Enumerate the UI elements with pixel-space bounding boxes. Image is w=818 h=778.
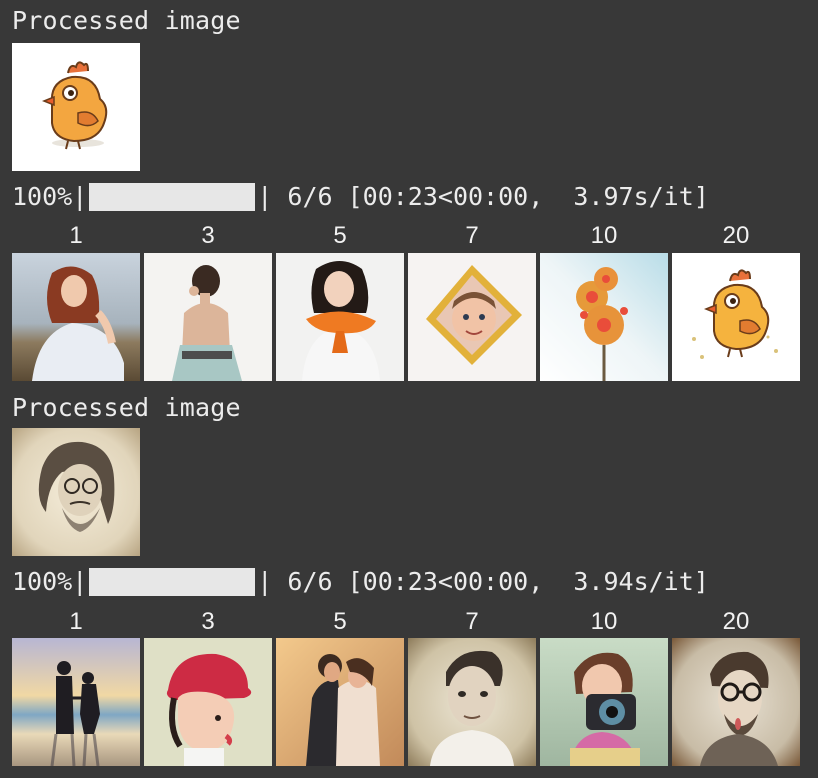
processed-image-chick (12, 43, 140, 171)
result-image-step-5 (276, 638, 404, 766)
step-label: 20 (722, 222, 750, 249)
result-image-step-10 (540, 253, 668, 381)
progress-bar (89, 568, 256, 596)
result-image-step-7 (408, 253, 536, 381)
progress-stats: 6/6 [00:23<00:00, 3.97s/it] (287, 182, 709, 211)
results-row (12, 638, 802, 766)
step-label: 7 (465, 222, 479, 249)
step-label: 20 (722, 608, 750, 635)
step-label: 10 (590, 222, 618, 249)
results-row (12, 253, 802, 381)
step-label: 10 (590, 608, 618, 635)
step-label: 5 (333, 222, 347, 249)
result-image-step-1 (12, 638, 140, 766)
result-image-step-10 (540, 638, 668, 766)
step-label: 1 (69, 608, 83, 635)
progress-stats: 6/6 [00:23<00:00, 3.94s/it] (287, 567, 709, 596)
result-image-step-7 (408, 638, 536, 766)
step-labels-row: 1 3 5 7 10 20 (12, 609, 802, 635)
result-image-step-1 (12, 253, 140, 381)
step-label: 7 (465, 608, 479, 635)
processed-image-label: Processed image (12, 6, 241, 35)
result-image-step-3 (144, 253, 272, 381)
progress-line: 100% | | 6/6 [00:23<00:00, 3.94s/it] (12, 567, 709, 596)
step-label: 1 (69, 222, 83, 249)
progress-bar (89, 183, 256, 211)
result-image-step-5 (276, 253, 404, 381)
step-label: 3 (201, 222, 215, 249)
result-image-step-20 (672, 638, 800, 766)
result-image-step-20 (672, 253, 800, 381)
result-image-step-3 (144, 638, 272, 766)
progress-line: 100% | | 6/6 [00:23<00:00, 3.97s/it] (12, 182, 709, 211)
step-labels-row: 1 3 5 7 10 20 (12, 223, 802, 249)
step-label: 3 (201, 608, 215, 635)
processed-image-sketch (12, 428, 140, 556)
progress-percent: 100% (12, 182, 73, 211)
processed-image-label: Processed image (12, 393, 241, 422)
step-label: 5 (333, 608, 347, 635)
progress-percent: 100% (12, 567, 73, 596)
